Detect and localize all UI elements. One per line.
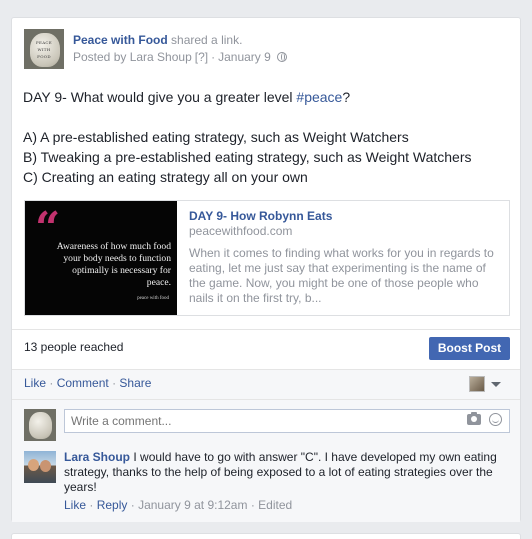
post-body: DAY 9- What would give you a greater lev… [23,87,513,187]
emoji-icon[interactable] [489,413,502,426]
meta-separator: · [211,50,216,64]
next-post-card [11,533,521,539]
post-option: B) Tweaking a pre-established eating str… [23,149,472,165]
shared-text: shared a link. [171,33,243,47]
comment-like-link[interactable]: Like [64,498,86,512]
thumbnail-credit: peace with food [137,296,169,301]
avatar-text-line: FOOD [37,54,51,59]
meta-separator: · [130,498,135,512]
link-preview-card[interactable]: “ Awareness of how much food your body n… [24,200,510,316]
post-question-end: ? [342,89,351,105]
comment-edited[interactable]: Edited [258,498,292,512]
composer-avatar [24,409,56,441]
post-question-text: DAY 9- What would give you a greater lev… [23,89,297,105]
actor-avatar [469,376,485,392]
actor-selector[interactable] [469,376,501,392]
link-thumbnail[interactable]: “ Awareness of how much food your body n… [25,201,177,315]
share-link[interactable]: Share [119,376,151,390]
comment-input[interactable] [64,409,510,433]
posted-by-text[interactable]: Posted by Lara Shoup [73,50,192,64]
hashtag-link[interactable]: #peace [296,89,342,105]
reach-count[interactable]: 13 people reached [24,340,123,354]
link-description: When it comes to finding what works for … [189,246,494,305]
comment-meta: Like · Reply · January 9 at 9:12am · Edi… [64,498,292,512]
post-card: PEACE WITH FOOD Peace with Food shared a… [11,17,521,522]
globe-icon[interactable] [276,52,287,62]
post-question: DAY 9- What would give you a greater lev… [23,87,513,107]
meta-separator: · [89,498,94,512]
commenter-avatar[interactable] [24,451,56,483]
comment-reply-link[interactable]: Reply [97,498,128,512]
caret-down-icon [491,381,501,387]
post-meta: Posted by Lara Shoup [?] · January 9 [73,50,287,64]
face-shape [40,460,51,472]
post-actions: Like · Comment · Share [24,376,151,390]
like-link[interactable]: Like [24,376,46,390]
action-separator: · [49,376,54,390]
face-shape [28,459,39,471]
comment-time[interactable]: January 9 at 9:12am [138,498,247,512]
page-name-link[interactable]: Peace with Food [73,33,168,47]
stone-image [29,412,52,439]
link-domain: peacewithfood.com [189,224,293,238]
divider [12,399,520,400]
link-title[interactable]: DAY 9- How Robynn Eats [189,209,332,223]
meta-separator: · [250,498,255,512]
divider [12,329,520,330]
thumbnail-quote: Awareness of how much food your body nee… [56,241,171,288]
post-header: Peace with Food shared a link. [73,33,242,47]
post-option: C) Creating an eating strategy all on yo… [23,169,308,185]
post-date-link[interactable]: January 9 [218,50,271,64]
action-separator: · [112,376,117,390]
avatar-text-line: PEACE [36,40,52,45]
comment-body: Lara Shoup I would have to go with answe… [64,450,512,495]
camera-icon[interactable] [467,412,481,425]
avatar-text-line: WITH [37,47,51,52]
page-avatar[interactable]: PEACE WITH FOOD [24,29,64,69]
comment-link[interactable]: Comment [57,376,109,390]
boost-post-button[interactable]: Boost Post [429,337,510,360]
help-marker[interactable]: [?] [195,50,208,64]
comment-author-link[interactable]: Lara Shoup [64,450,130,464]
divider [12,369,520,370]
post-option: A) A pre-established eating strategy, su… [23,129,409,145]
